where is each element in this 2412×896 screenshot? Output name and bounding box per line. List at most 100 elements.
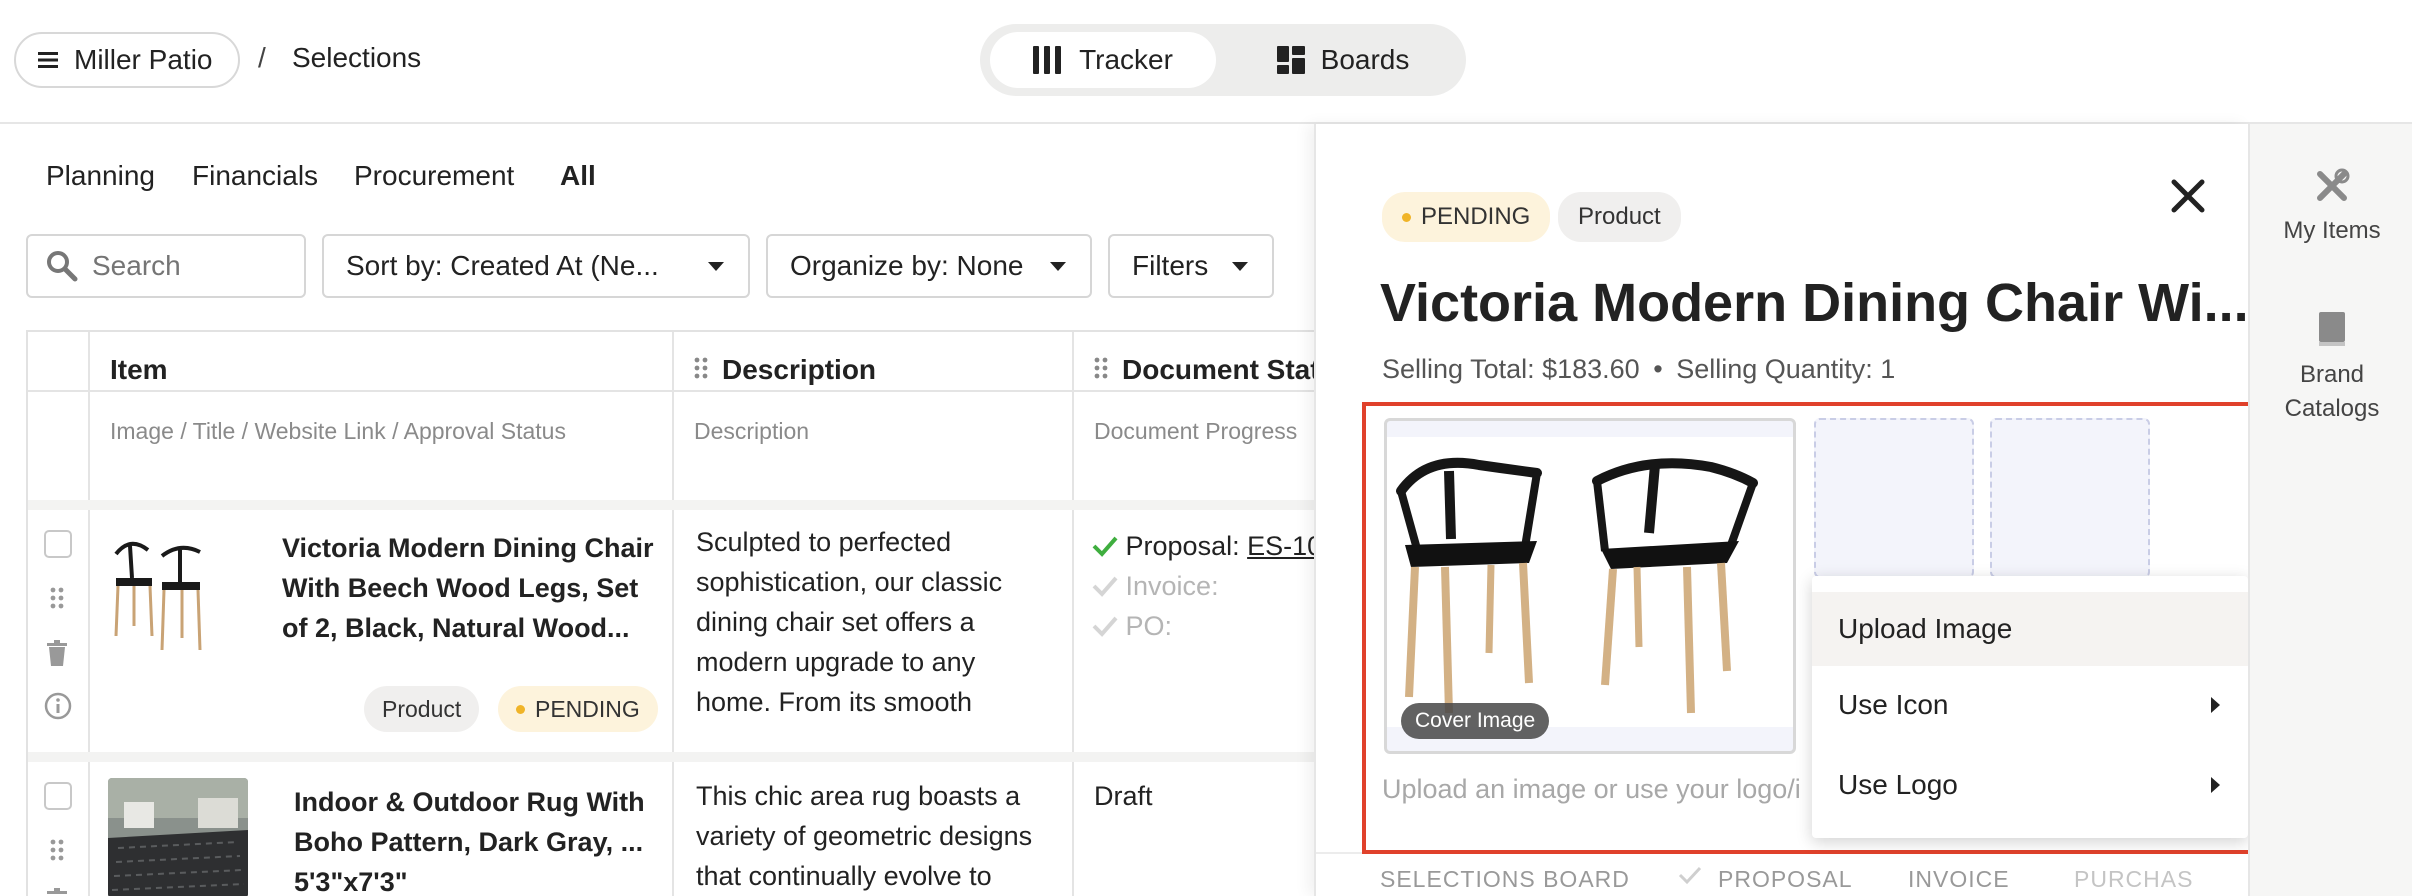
tab-financials[interactable]: Financials <box>192 160 318 192</box>
tab-all[interactable]: All <box>560 160 596 192</box>
description-line: sophistication, our classic <box>696 567 1003 597</box>
column-header-document-status[interactable]: Document Stat <box>1122 354 1320 386</box>
drag-handle-icon[interactable] <box>50 838 64 867</box>
status-dot-icon <box>1402 212 1411 222</box>
header-divider <box>28 390 1344 392</box>
menu-item-label: Upload Image <box>1838 613 2013 644</box>
drag-handle-icon[interactable] <box>1094 356 1108 385</box>
column-subheader: Description <box>694 418 810 444</box>
item-title-line: Indoor & Outdoor Rug With <box>294 787 645 817</box>
column-header-description[interactable]: Description <box>722 354 876 386</box>
hamburger-icon <box>38 52 58 68</box>
view-tab-tracker[interactable]: Tracker <box>990 32 1216 88</box>
doc-label: PO: <box>1125 611 1173 641</box>
column-divider <box>672 332 674 896</box>
items-table: Item Description Document Stat Image / T… <box>26 330 1346 896</box>
drag-handle-icon[interactable] <box>50 586 64 615</box>
item-title[interactable]: Victoria Modern Dining Chair With Beech … <box>282 528 654 648</box>
check-icon <box>1092 616 1118 637</box>
view-tab-label: Boards <box>1320 44 1410 75</box>
tab-invoice[interactable]: INVOICE <box>1908 866 2010 893</box>
info-icon[interactable] <box>44 692 72 725</box>
trash-icon[interactable] <box>46 640 68 671</box>
item-title-line: With Beech Wood Legs, Set <box>282 573 639 603</box>
chevron-right-icon <box>2211 777 2220 793</box>
tab-purchase[interactable]: PURCHAS <box>2074 866 2193 893</box>
view-tab-boards[interactable]: Boards <box>1230 32 1456 88</box>
column-header-item[interactable]: Item <box>110 354 168 386</box>
item-title[interactable]: Indoor & Outdoor Rug With Boho Pattern, … <box>294 782 645 896</box>
rail-my-items[interactable]: My Items <box>2250 168 2412 248</box>
panel-title[interactable]: Victoria Modern Dining Chair Wi... <box>1380 272 2249 334</box>
organize-dropdown[interactable]: Organize by: None <box>766 234 1092 298</box>
menu-item-upload-image[interactable]: Upload Image <box>1812 592 2248 666</box>
row-checkbox[interactable] <box>44 782 72 810</box>
project-menu-button[interactable]: Miller Patio <box>14 32 240 88</box>
doc-label: Invoice: <box>1125 571 1219 601</box>
rail-brand-catalogs[interactable]: Brand Catalogs <box>2250 310 2412 426</box>
item-thumbnail[interactable] <box>108 526 208 666</box>
item-title-line: of 2, Black, Natural Wood... <box>282 613 630 643</box>
doc-po: PO: <box>1092 606 1322 646</box>
tab-selections-board[interactable]: SELECTIONS BOARD <box>1380 866 1630 893</box>
column-divider <box>88 332 90 896</box>
description-line: that continually evolve to <box>696 861 992 891</box>
tab-proposal[interactable]: PROPOSAL <box>1718 866 1853 893</box>
menu-item-label: Use Logo <box>1838 769 1958 800</box>
item-title-line: Victoria Modern Dining Chair <box>282 533 654 563</box>
rail-item-label: Brand <box>2299 361 2365 388</box>
menu-item-label: Use Icon <box>1838 689 1949 720</box>
sort-label: Sort by: Created At (Ne... <box>346 250 659 281</box>
row-checkbox[interactable] <box>44 530 72 558</box>
chevron-down-icon <box>708 261 724 271</box>
tab-planning[interactable]: Planning <box>46 160 155 192</box>
check-icon <box>1092 536 1118 557</box>
project-name: Miller Patio <box>74 44 213 75</box>
check-icon <box>1092 576 1118 597</box>
breadcrumb-separator: / <box>258 42 266 73</box>
menu-item-use-logo[interactable]: Use Logo <box>1812 748 2248 822</box>
drag-handle-icon[interactable] <box>694 356 708 385</box>
status-dot-icon <box>516 704 525 714</box>
status-badge: PENDING <box>498 686 658 732</box>
tools-icon <box>2317 168 2350 201</box>
type-badge-label: Product <box>382 695 462 722</box>
search-input[interactable] <box>92 250 282 282</box>
top-bar: Miller Patio / Selections Tracker Boards <box>0 0 2412 124</box>
item-title-line: 5'3"x7'3" <box>294 867 408 896</box>
rail-item-label: Catalogs <box>2284 395 2380 422</box>
description-line: variety of geometric designs <box>696 821 1033 851</box>
trash-icon[interactable] <box>46 888 68 896</box>
filters-dropdown[interactable]: Filters <box>1108 234 1274 298</box>
panel-subtitle: Selling Total: $183.60 • Selling Quantit… <box>1382 354 1895 385</box>
description-line: This chic area rug boasts a <box>696 781 1021 811</box>
type-badge: Product <box>364 686 480 732</box>
chevron-right-icon <box>2211 697 2220 713</box>
view-tab-label: Tracker <box>1079 44 1173 75</box>
doc-proposal: Proposal: ES-10 <box>1092 526 1322 566</box>
column-divider <box>1072 332 1074 896</box>
description-line: modern upgrade to any <box>696 647 976 677</box>
panel-type-badge: Product <box>1558 192 1681 242</box>
tab-procurement[interactable]: Procurement <box>354 160 514 192</box>
item-description: Sculpted to perfected sophistication, ou… <box>696 522 1002 722</box>
rail-item-label: My Items <box>2283 217 2381 244</box>
selling-quantity: Selling Quantity: 1 <box>1676 354 1896 384</box>
search-field[interactable] <box>26 234 306 298</box>
close-icon[interactable] <box>2170 178 2206 219</box>
chevron-down-icon <box>1232 261 1248 271</box>
separator-dot: • <box>1653 354 1663 384</box>
description-line: Sculpted to perfected <box>696 527 952 557</box>
panel-status-badge: PENDING <box>1382 192 1551 242</box>
item-thumbnail[interactable] <box>108 778 248 896</box>
image-options-menu: Upload Image Use Icon Use Logo <box>1812 576 2248 838</box>
header-divider <box>28 500 1344 510</box>
menu-item-use-icon[interactable]: Use Icon <box>1812 668 2248 742</box>
item-title-line: Boho Pattern, Dark Gray, ... <box>294 827 644 857</box>
proposal-link[interactable]: ES-10 <box>1247 531 1322 561</box>
book-icon <box>2319 312 2345 346</box>
columns-icon <box>1033 46 1062 74</box>
doc-invoice: Invoice: <box>1092 566 1322 606</box>
filters-label: Filters <box>1132 250 1209 281</box>
sort-dropdown[interactable]: Sort by: Created At (Ne... <box>322 234 750 298</box>
